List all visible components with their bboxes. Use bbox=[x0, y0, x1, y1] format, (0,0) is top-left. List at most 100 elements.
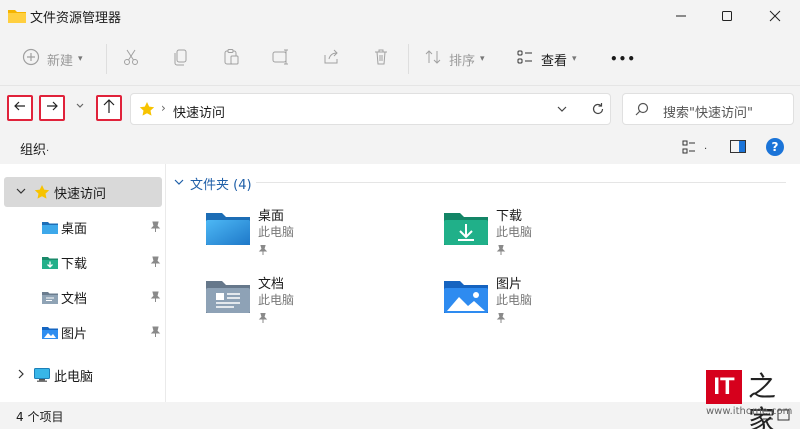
secondary-command-bar: 组织· · ? bbox=[0, 130, 800, 164]
pin-icon bbox=[258, 244, 268, 259]
paste-button[interactable] bbox=[222, 46, 240, 72]
desktop-folder-icon bbox=[42, 221, 58, 234]
refresh-icon[interactable] bbox=[591, 102, 605, 120]
copy-icon bbox=[172, 48, 190, 70]
arrow-up-icon bbox=[102, 98, 116, 118]
tile-name: 桌面 bbox=[258, 209, 285, 224]
breadcrumb-separator-icon: › bbox=[161, 101, 166, 115]
more-options-button[interactable]: ••• bbox=[610, 46, 636, 72]
status-bar: 4 个项目 bbox=[0, 402, 800, 429]
sidebar-item-desktop[interactable]: 桌面 bbox=[4, 212, 162, 242]
help-icon[interactable]: ? bbox=[766, 138, 784, 156]
sidebar-item-documents[interactable]: 文档 bbox=[4, 282, 162, 312]
toolbar-divider bbox=[408, 44, 409, 74]
maximize-button[interactable] bbox=[704, 0, 750, 32]
address-row: › 快速访问 搜索"快速访问" bbox=[0, 86, 800, 130]
pin-icon bbox=[496, 312, 506, 327]
toolbar-divider bbox=[106, 44, 107, 74]
chevron-down-icon: ▾ bbox=[78, 54, 83, 64]
watermark-home: 之家 bbox=[748, 370, 777, 429]
organize-label: 组织 bbox=[20, 143, 47, 158]
chevron-down-icon bbox=[75, 100, 85, 115]
group-title: 文件夹 (4) bbox=[190, 178, 252, 193]
sort-button[interactable]: 排序 ▾ bbox=[424, 46, 485, 72]
star-icon bbox=[139, 101, 155, 121]
share-button[interactable] bbox=[322, 46, 340, 72]
sort-arrows-icon bbox=[424, 48, 442, 70]
address-history-dropdown-icon[interactable] bbox=[556, 103, 568, 119]
chevron-down-icon: ▾ bbox=[572, 54, 577, 64]
back-button[interactable] bbox=[7, 95, 33, 121]
pictures-folder-icon bbox=[42, 326, 58, 339]
organize-menu[interactable]: 组织· bbox=[20, 139, 49, 158]
minimize-button[interactable] bbox=[658, 0, 704, 32]
command-toolbar: 新建 ▾ 排序 ▾ 查看 ▾ ••• bbox=[0, 32, 800, 86]
tile-desktop[interactable]: 桌面 此电脑 bbox=[206, 205, 436, 265]
caret-icon: · bbox=[704, 143, 708, 155]
downloads-folder-icon bbox=[42, 256, 58, 269]
pin-icon[interactable] bbox=[149, 326, 161, 342]
delete-button[interactable] bbox=[372, 46, 390, 72]
chevron-down-icon bbox=[174, 176, 184, 191]
address-bar[interactable]: › 快速访问 bbox=[130, 93, 611, 125]
chevron-right-icon[interactable] bbox=[16, 369, 26, 382]
desktop-folder-icon bbox=[206, 211, 250, 249]
title-bar: 文件资源管理器 bbox=[0, 0, 800, 32]
watermark-brand: IT bbox=[706, 370, 742, 404]
tile-name: 下载 bbox=[496, 209, 523, 224]
tile-documents[interactable]: 文档 此电脑 bbox=[206, 273, 436, 333]
documents-folder-icon bbox=[42, 291, 58, 304]
tile-location: 此电脑 bbox=[258, 225, 295, 239]
breadcrumb-location[interactable]: 快速访问 bbox=[173, 102, 225, 121]
close-button[interactable] bbox=[752, 0, 798, 32]
cut-button[interactable] bbox=[122, 46, 140, 72]
sidebar-item-label: 快速访问 bbox=[54, 186, 107, 202]
view-button[interactable]: 查看 ▾ bbox=[516, 46, 577, 72]
preview-pane-icon[interactable] bbox=[730, 140, 746, 157]
recent-locations-button[interactable] bbox=[72, 99, 88, 115]
watermark-logo: IT 之家 www.ithome.com bbox=[706, 370, 793, 429]
pin-icon[interactable] bbox=[149, 291, 161, 307]
sidebar-item-label: 文档 bbox=[61, 291, 88, 307]
up-button[interactable] bbox=[96, 95, 122, 121]
sidebar-item-pictures[interactable]: 图片 bbox=[4, 317, 162, 347]
tile-downloads[interactable]: 下载 此电脑 bbox=[444, 205, 674, 265]
downloads-folder-icon bbox=[444, 211, 488, 249]
pictures-folder-icon bbox=[444, 279, 488, 317]
pin-icon bbox=[496, 244, 506, 259]
forward-button[interactable] bbox=[39, 95, 65, 121]
sidebar-item-downloads[interactable]: 下载 bbox=[4, 247, 162, 277]
watermark-url: www.ithome.com bbox=[706, 406, 793, 417]
arrow-right-icon bbox=[45, 99, 59, 117]
sidebar-item-label: 图片 bbox=[61, 326, 88, 342]
arrow-left-icon bbox=[13, 99, 27, 117]
trash-icon bbox=[372, 48, 390, 70]
navigation-pane: 快速访问 桌面 下载 文档 图片 此电脑 bbox=[0, 164, 166, 402]
view-label: 查看 bbox=[541, 53, 568, 69]
sidebar-item-label: 此电脑 bbox=[54, 369, 94, 385]
new-button[interactable]: 新建 ▾ bbox=[22, 46, 83, 72]
layout-options-button[interactable]: · bbox=[682, 140, 707, 158]
clipboard-icon bbox=[222, 48, 240, 70]
star-icon bbox=[34, 184, 50, 200]
chevron-down-icon[interactable] bbox=[16, 186, 26, 199]
pin-icon[interactable] bbox=[149, 256, 161, 272]
sidebar-item-this-pc[interactable]: 此电脑 bbox=[4, 360, 162, 390]
file-explorer-icon bbox=[8, 8, 26, 23]
chevron-down-icon: ▾ bbox=[480, 54, 485, 64]
caret-icon: · bbox=[46, 146, 50, 157]
share-icon bbox=[322, 48, 340, 70]
scissors-icon bbox=[122, 48, 140, 70]
view-list-icon bbox=[516, 48, 534, 70]
search-icon bbox=[635, 102, 649, 120]
sort-label: 排序 bbox=[449, 53, 476, 69]
content-pane: 文件夹 (4) 桌面 此电脑 下载 此电脑 文档 此电脑 图片 此电脑 bbox=[166, 164, 800, 402]
sidebar-item-quick-access[interactable]: 快速访问 bbox=[4, 177, 162, 207]
tile-pictures[interactable]: 图片 此电脑 bbox=[444, 273, 674, 333]
pin-icon[interactable] bbox=[149, 221, 161, 237]
copy-button[interactable] bbox=[172, 46, 190, 72]
group-header[interactable]: 文件夹 (4) bbox=[174, 174, 252, 193]
rename-button[interactable] bbox=[272, 46, 290, 72]
new-label: 新建 bbox=[47, 53, 74, 69]
search-box[interactable]: 搜索"快速访问" bbox=[622, 93, 794, 125]
